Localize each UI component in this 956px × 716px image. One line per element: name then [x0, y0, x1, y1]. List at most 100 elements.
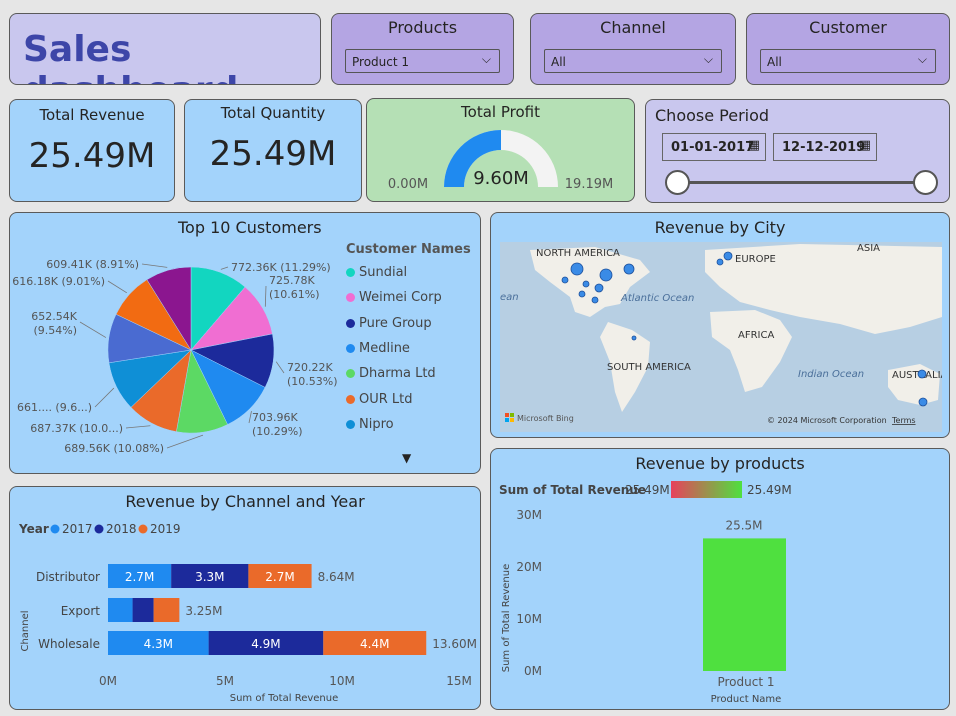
- x-tick-label: 0M: [99, 674, 117, 688]
- map-label-europe: EUROPE: [735, 254, 776, 265]
- city-bubble[interactable]: [578, 290, 586, 298]
- year-legend-label: 2019: [150, 522, 181, 536]
- customer-pie-chart: 772.36K (11.29%)725.78K(10.61%)720.22K(1…: [12, 258, 338, 455]
- channel-x-axis-label: Sum of Total Revenue: [230, 693, 339, 704]
- customer-dropdown[interactable]: All ⌵: [760, 49, 936, 73]
- year-legend-dot: [138, 524, 148, 534]
- city-bubble[interactable]: [918, 397, 928, 407]
- pie-data-label: 772.36K (11.29%): [231, 261, 331, 274]
- products-y-axis-label: Sum of Total Revenue: [501, 564, 512, 673]
- customer-legend-item[interactable]: OUR Ltd: [346, 386, 442, 411]
- customer-legend-title: Customer Names: [346, 242, 471, 257]
- pie-leader-line: [107, 280, 128, 294]
- total-profit-card: Total Profit 9.60M 0.00M 19.19M: [366, 98, 635, 202]
- products-slicer: Products Product 1 ⌵: [331, 13, 514, 85]
- period-slider-track[interactable]: [679, 181, 926, 184]
- city-bubble[interactable]: [599, 268, 613, 282]
- legend-dot: [346, 268, 355, 278]
- bar-total-label: 13.60M: [432, 637, 477, 651]
- product-bar[interactable]: [703, 538, 786, 671]
- products-dropdown[interactable]: Product 1 ⌵: [345, 49, 500, 73]
- map-label-ocean-edge: ean: [500, 292, 519, 303]
- customer-legend-item[interactable]: Dharma Ltd: [346, 361, 442, 386]
- city-bubble[interactable]: [623, 263, 635, 275]
- pie-leader-line: [275, 361, 285, 374]
- channel-category-label: Distributor: [36, 570, 100, 584]
- pie-data-label: 609.41K (8.91%): [46, 258, 139, 271]
- bar-segment-label: 2.7M: [125, 570, 154, 584]
- channel-dropdown-value: All: [551, 55, 566, 69]
- total-quantity-value: 25.49M: [209, 134, 337, 174]
- customer-legend-item[interactable]: Medline: [346, 336, 442, 361]
- bar-segment-label: 3.3M: [195, 570, 224, 584]
- city-title: Revenue by City: [654, 218, 786, 237]
- pie-data-label: 661.... (9.6...): [17, 401, 92, 414]
- legend-dot: [346, 318, 355, 328]
- page-title: Sales dashboard: [23, 29, 238, 84]
- total-revenue-card: Total Revenue 25.49M: [9, 99, 175, 202]
- customer-legend: Sundial Weimei Corp Pure Group Medline Dharm…: [346, 260, 442, 437]
- x-tick-label: 5M: [216, 674, 234, 688]
- customer-legend-label: Medline: [359, 341, 410, 357]
- city-bubble[interactable]: [723, 251, 733, 261]
- year-legend-label: 2017: [62, 522, 93, 536]
- products-legend-label: Sum of Total Revenue: [499, 483, 646, 497]
- product-bar-value-label: 25.5M: [725, 518, 762, 532]
- total-revenue-label: Total Revenue: [39, 106, 145, 124]
- channel-slicer-label: Channel: [600, 18, 666, 37]
- map-terms-link[interactable]: Terms: [891, 416, 916, 425]
- products-legend-gradient: [671, 481, 742, 498]
- channel-bar-segment[interactable]: [108, 598, 133, 622]
- pie-data-label: 687.37K (10.0...): [30, 422, 123, 435]
- bing-label: Microsoft Bing: [517, 414, 574, 423]
- city-card: Revenue by City NORTH AMERICA EUROPE ASI…: [490, 212, 950, 438]
- map-label-indian-ocean: Indian Ocean: [798, 369, 864, 380]
- y-tick-label: 20M: [516, 560, 542, 574]
- legend-dot: [346, 369, 355, 379]
- customer-legend-item[interactable]: Nipro: [346, 412, 442, 437]
- pie-data-label: (10.53%): [287, 375, 338, 388]
- map-label-atlantic: Atlantic Ocean: [620, 293, 694, 304]
- city-bubble[interactable]: [570, 262, 584, 276]
- period-slider-end-handle[interactable]: [913, 170, 938, 195]
- city-bubble[interactable]: [594, 283, 604, 293]
- city-map[interactable]: NORTH AMERICA EUROPE ASIA Atlantic Ocean…: [500, 242, 942, 432]
- city-bubble[interactable]: [591, 296, 599, 304]
- year-legend-label: 2018: [106, 522, 137, 536]
- gauge-max: 19.19M: [565, 177, 613, 192]
- customer-legend-label: OUR Ltd: [359, 391, 413, 407]
- products-x-axis-label: Product Name: [711, 694, 782, 705]
- period-label: Choose Period: [655, 106, 770, 125]
- customer-legend-item[interactable]: Pure Group: [346, 311, 442, 336]
- end-date-input[interactable]: 12-12-2019 ▦: [773, 133, 877, 161]
- pie-data-label: 720.22K: [287, 361, 333, 374]
- period-slider-start-handle[interactable]: [665, 170, 690, 195]
- map-label-south-america: SOUTH AMERICA: [607, 362, 691, 373]
- legend-more-icon[interactable]: ▼: [402, 451, 411, 465]
- product-category-label: Product 1: [717, 675, 774, 689]
- customer-legend-item[interactable]: Sundial: [346, 260, 442, 285]
- start-date-input[interactable]: 01-01-2017 ▦: [662, 133, 766, 161]
- city-bubble[interactable]: [561, 276, 569, 284]
- title-card: Sales dashboard: [9, 13, 321, 85]
- customer-legend-label: Dharma Ltd: [359, 366, 436, 382]
- legend-dot: [346, 344, 355, 354]
- products-chart-card: Revenue by products Sum of Total Revenue…: [490, 448, 950, 710]
- chevron-down-icon: ⌵: [917, 52, 927, 66]
- city-bubble[interactable]: [631, 335, 637, 341]
- pie-leader-line: [79, 321, 107, 338]
- channel-dropdown[interactable]: All ⌵: [544, 49, 722, 73]
- period-card: Choose Period 01-01-2017 ▦ 12-12-2019 ▦: [645, 99, 950, 203]
- end-date-value: 12-12-2019: [782, 140, 866, 155]
- city-bubble[interactable]: [917, 369, 927, 379]
- channel-bar-segment[interactable]: [153, 598, 180, 622]
- pie-leader-line: [220, 266, 229, 270]
- start-date-value: 01-01-2017: [671, 140, 755, 155]
- channel-bar-segment[interactable]: [132, 598, 154, 622]
- city-bubble[interactable]: [716, 258, 724, 266]
- city-bubble[interactable]: [582, 280, 590, 288]
- channel-year-card: Revenue by Channel and Year Year Channel…: [9, 486, 481, 710]
- calendar-icon: ▦: [747, 138, 760, 153]
- customer-legend-item[interactable]: Weimei Corp: [346, 285, 442, 310]
- pie-data-label: 616.18K (9.01%): [12, 275, 105, 288]
